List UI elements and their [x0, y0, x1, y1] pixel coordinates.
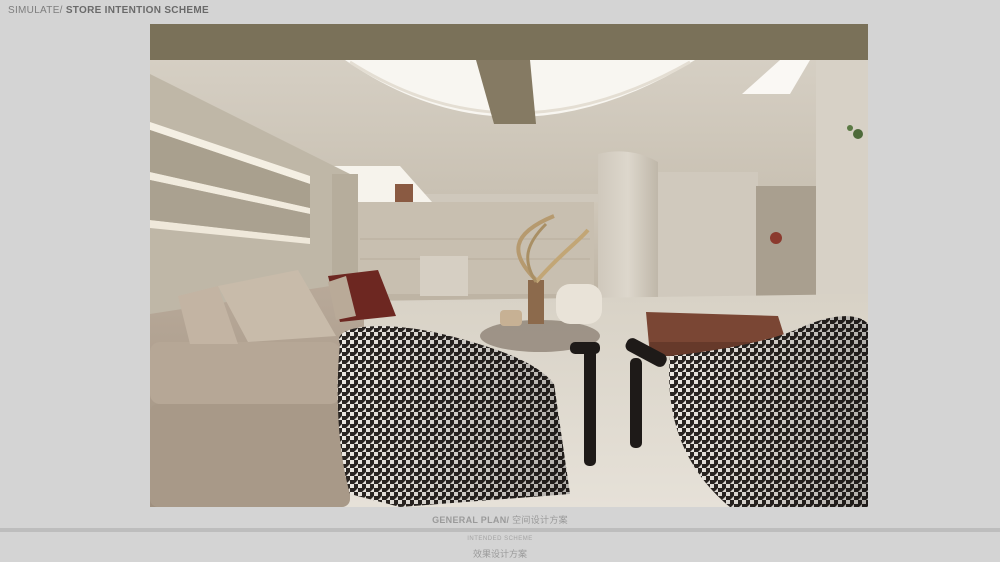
caption-main-en: GENERAL PLAN/ — [432, 515, 510, 525]
header-prefix: SIMULATE/ — [8, 5, 63, 16]
page-header: SIMULATE/ STORE INTENTION SCHEME — [8, 5, 209, 16]
intended-scheme-en: INTENDED SCHEME — [467, 536, 533, 542]
header-title: STORE INTENTION SCHEME — [62, 5, 209, 16]
caption-divider — [0, 528, 1000, 532]
slide-page: SIMULATE/ STORE INTENTION SCHEME GENERAL… — [0, 0, 1000, 562]
lounge-interior-render — [150, 24, 868, 507]
intended-scheme-cn: 效果设计方案 — [472, 549, 527, 559]
render-illustration — [150, 24, 868, 507]
caption-main-cn: 空间设计方案 — [509, 515, 568, 525]
general-plan-caption: GENERAL PLAN/ 空间设计方案 — [0, 513, 1000, 526]
